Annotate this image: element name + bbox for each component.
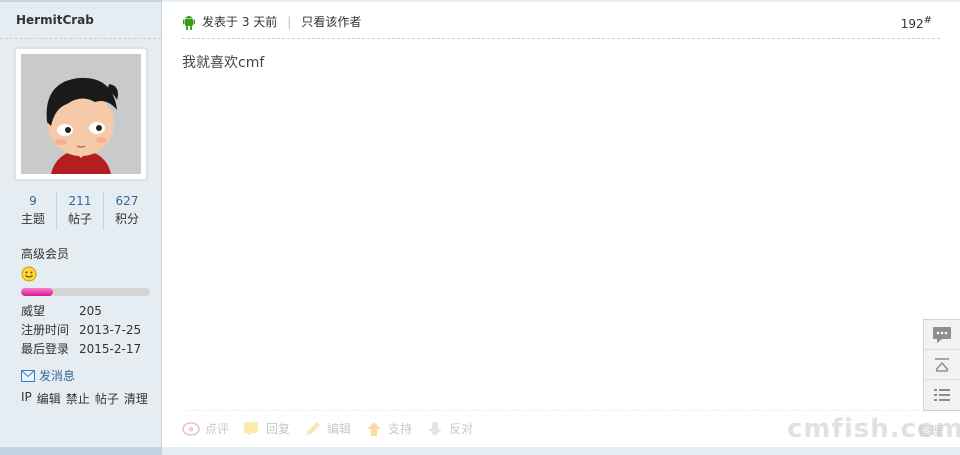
info-label: 威望 <box>21 304 46 318</box>
thumb-down-icon <box>428 421 443 436</box>
post-meta: 发表于 3 天前 | 只看该作者 <box>183 13 361 30</box>
reply-button[interactable]: 回复 <box>243 420 290 437</box>
rate-button[interactable]: 点评 <box>182 420 229 437</box>
post-top-border <box>162 0 960 2</box>
rate-label: 点评 <box>205 422 230 436</box>
info-register-date: 注册时间 2013-7-25 <box>21 321 151 340</box>
smile-icon <box>21 266 37 282</box>
only-author-link[interactable]: 只看该作者 <box>301 13 361 30</box>
support-button[interactable]: 支持 <box>365 420 412 437</box>
thumb-up-icon <box>367 421 382 436</box>
sidebar-bottom-border <box>0 447 162 455</box>
back-to-top-button[interactable] <box>924 350 960 380</box>
stat-value: 9 <box>29 194 37 208</box>
info-value: 205 <box>79 304 102 318</box>
username-link[interactable]: HermitCrab <box>16 13 94 27</box>
stat-value: 627 <box>115 194 139 208</box>
rate-icon <box>182 421 200 436</box>
comment-icon <box>933 326 951 343</box>
reply-icon <box>244 421 259 436</box>
pencil-icon <box>306 421 321 435</box>
stat-label: 积分 <box>114 212 139 226</box>
floor-number[interactable]: 192# <box>901 15 932 31</box>
info-value: 2015-2-17 <box>79 342 142 356</box>
send-message-link[interactable]: 发消息 <box>21 367 75 384</box>
divider <box>182 38 940 39</box>
info-label: 注册时间 <box>21 323 70 337</box>
quick-reply-button[interactable] <box>924 320 960 350</box>
post-body: 发表于 3 天前 | 只看该作者 192# 我就喜欢cmf 点评 回复 编辑 支… <box>162 0 960 455</box>
info-value: 2013-7-25 <box>79 323 142 337</box>
post-time: 发表于 3 天前 <box>202 15 278 29</box>
send-message-label: 发消息 <box>39 369 76 383</box>
support-label: 支持 <box>388 422 413 436</box>
info-prestige: 威望 205 <box>21 302 151 321</box>
level-progress-bar <box>21 288 150 296</box>
user-stats: 9 主题 211 帖子 627 积分 <box>10 192 150 230</box>
reply-label: 回复 <box>266 422 291 436</box>
admin-edit-link[interactable]: 编辑 <box>37 390 61 407</box>
post-content: 我就喜欢cmf <box>182 55 265 71</box>
list-icon <box>934 389 950 401</box>
edit-button[interactable]: 编辑 <box>304 420 351 437</box>
floor-value: 192 <box>900 17 924 31</box>
admin-posts-link[interactable]: 帖子 <box>95 390 119 407</box>
oppose-button[interactable]: 反对 <box>426 420 473 437</box>
admin-clean-link[interactable]: 清理 <box>124 390 148 407</box>
envelope-icon <box>21 369 35 382</box>
stat-posts[interactable]: 211 帖子 <box>56 192 103 230</box>
user-sidebar: HermitCrab 9 主题 211 帖子 627 积分 高级会员 威望 20… <box>0 0 162 455</box>
post-bottom-border <box>162 447 960 455</box>
stat-value: 211 <box>68 194 92 208</box>
info-label: 最后登录 <box>21 342 70 356</box>
stat-threads[interactable]: 9 主题 <box>10 192 56 230</box>
post-actions: 点评 回复 编辑 支持 反对 <box>182 420 487 437</box>
edit-label: 编辑 <box>327 422 352 436</box>
floating-toolbar <box>923 319 960 411</box>
avatar[interactable] <box>15 48 147 180</box>
user-group[interactable]: 高级会员 <box>21 245 69 262</box>
meta-separator: | <box>287 14 292 29</box>
admin-ban-link[interactable]: 禁止 <box>66 390 90 407</box>
stat-label: 主题 <box>20 212 45 226</box>
admin-links: IP 编辑 禁止 帖子 清理 <box>21 390 148 407</box>
level-progress-fill <box>21 288 54 296</box>
admin-ip-link[interactable]: IP <box>21 390 32 407</box>
back-to-top-icon <box>935 357 949 372</box>
thread-list-button[interactable] <box>924 380 960 410</box>
oppose-label: 反对 <box>449 422 474 436</box>
stat-credits[interactable]: 627 积分 <box>103 192 150 230</box>
floor-hash: # <box>923 15 932 26</box>
info-last-login: 最后登录 2015-2-17 <box>21 340 151 359</box>
stat-label: 帖子 <box>67 212 92 226</box>
sidebar-top-border <box>0 0 162 2</box>
android-icon <box>183 15 195 30</box>
manage-link[interactable]: 管理 <box>918 422 942 439</box>
divider <box>182 410 940 411</box>
avatar-image <box>21 54 141 174</box>
divider <box>0 38 161 39</box>
